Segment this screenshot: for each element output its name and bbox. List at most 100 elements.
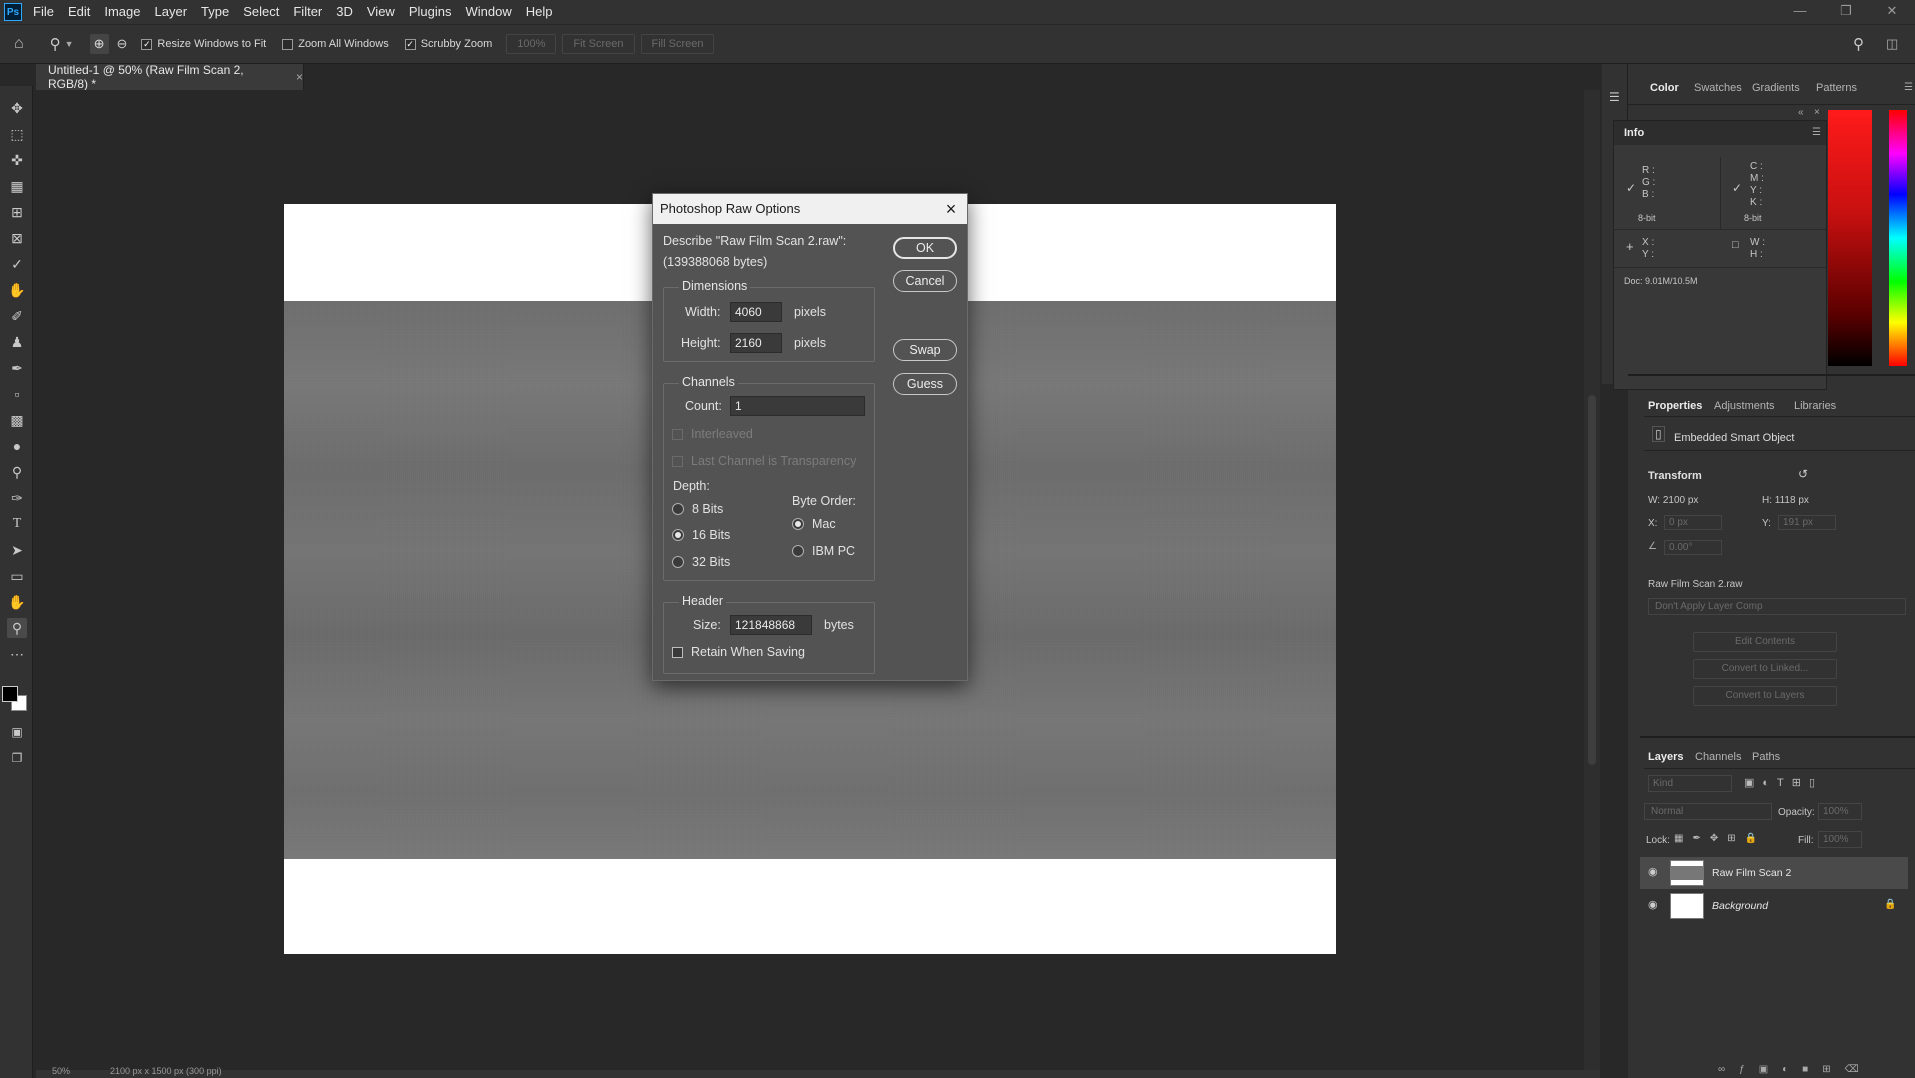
layer-filter-kind[interactable]: Kind <box>1648 775 1732 792</box>
depth-32-radio[interactable] <box>672 556 684 568</box>
tab-color[interactable]: Color <box>1650 82 1679 94</box>
layer-row-raw-film-scan[interactable]: ◉ Raw Film Scan 2 <box>1640 857 1908 889</box>
header-size-input[interactable]: 121848868 <box>730 615 812 635</box>
eraser-tool-icon[interactable]: ▫ <box>7 384 27 404</box>
ok-button[interactable]: OK <box>893 237 957 259</box>
info-collapse-icon[interactable]: « <box>1798 107 1804 118</box>
lasso-tool-icon[interactable]: ✜ <box>7 150 27 170</box>
menu-view[interactable]: View <box>360 0 402 24</box>
home-icon[interactable]: ⌂ <box>14 35 24 53</box>
tab-properties[interactable]: Properties <box>1648 400 1702 412</box>
crop-tool-icon[interactable]: ⊞ <box>7 202 27 222</box>
blur-tool-icon[interactable]: ● <box>7 436 27 456</box>
rectangle-tool-icon[interactable]: ▭ <box>7 566 27 586</box>
hand-tool-icon[interactable]: ✋ <box>7 592 27 612</box>
info-menu-icon[interactable]: ☰ <box>1812 127 1821 138</box>
frame-tool-icon[interactable]: ⊠ <box>7 228 27 248</box>
layer-row-background[interactable]: ◉ Background 🔒 <box>1640 890 1908 922</box>
convert-linked-button[interactable]: Convert to Linked... <box>1693 659 1837 679</box>
checkbox-checked-icon[interactable]: ✓ <box>141 38 153 50</box>
status-zoom[interactable]: 50% <box>52 1066 70 1076</box>
cancel-button[interactable]: Cancel <box>893 270 957 292</box>
count-input[interactable]: 1 <box>730 396 865 416</box>
opacity-field[interactable]: 100% <box>1818 803 1862 820</box>
info-close-icon[interactable]: × <box>1814 107 1820 118</box>
transparency-checkbox[interactable] <box>672 456 683 467</box>
transform-angle-field[interactable]: 0.00° <box>1664 540 1722 555</box>
convert-layers-button[interactable]: Convert to Layers <box>1693 686 1837 706</box>
menu-layer[interactable]: Layer <box>148 0 195 24</box>
filter-icons[interactable]: ▣◐T⊞▯ <box>1744 776 1823 789</box>
transform-height[interactable]: H: 1118 px <box>1762 495 1809 506</box>
checkbox-checked-icon[interactable]: ✓ <box>404 38 416 50</box>
reset-transform-icon[interactable]: ↺ <box>1798 467 1808 481</box>
panel-menu-icon[interactable]: ☰ <box>1904 82 1913 93</box>
resize-windows-option[interactable]: ✓ Resize Windows to Fit <box>141 38 266 50</box>
menu-type[interactable]: Type <box>194 0 236 24</box>
screen-mode-icon[interactable]: ❐ <box>7 748 27 768</box>
restore-icon[interactable]: ❐ <box>1823 0 1869 24</box>
chevron-down-icon[interactable]: ▼ <box>65 39 74 49</box>
workspace-icon[interactable]: ◫ <box>1886 36 1898 52</box>
menu-window[interactable]: Window <box>458 0 518 24</box>
close-tab-icon[interactable]: × <box>296 70 303 84</box>
fill-field[interactable]: 100% <box>1818 831 1862 848</box>
tab-adjustments[interactable]: Adjustments <box>1714 400 1775 412</box>
menu-help[interactable]: Help <box>519 0 560 24</box>
history-brush-icon[interactable]: ✒ <box>7 358 27 378</box>
menu-plugins[interactable]: Plugins <box>402 0 459 24</box>
menu-edit[interactable]: Edit <box>61 0 97 24</box>
blend-mode-select[interactable]: Normal <box>1644 803 1772 820</box>
eye-icon[interactable]: ◉ <box>1648 865 1658 878</box>
tab-gradients[interactable]: Gradients <box>1752 82 1800 94</box>
eye-icon[interactable]: ◉ <box>1648 898 1658 911</box>
pen-tool-icon[interactable]: ✑ <box>7 488 27 508</box>
guess-button[interactable]: Guess <box>893 373 957 395</box>
dialog-close-icon[interactable]: × <box>941 194 961 224</box>
more-tools-icon[interactable]: ⋯ <box>7 644 27 664</box>
search-icon[interactable]: ⚲ <box>1853 35 1864 53</box>
scrollbar-thumb[interactable] <box>1588 395 1596 765</box>
zoom-in-icon[interactable]: ⊕ <box>89 34 109 54</box>
foreground-color-swatch[interactable] <box>2 686 18 702</box>
gradient-tool-icon[interactable]: ▩ <box>7 410 27 430</box>
minimize-icon[interactable]: — <box>1777 0 1823 24</box>
depth-8-radio[interactable] <box>672 503 684 515</box>
width-input[interactable]: 4060 <box>730 302 782 322</box>
depth-16-radio[interactable] <box>672 529 684 541</box>
hue-slider[interactable] <box>1889 110 1907 366</box>
quick-mask-icon[interactable]: ▣ <box>7 722 27 742</box>
fill-screen-button[interactable]: Fill Screen <box>640 34 715 54</box>
path-selection-icon[interactable]: ➤ <box>7 540 27 560</box>
history-panel-icon[interactable]: ☰ <box>1609 90 1620 104</box>
menu-3d[interactable]: 3D <box>329 0 360 24</box>
zoom-tool-active-icon[interactable]: ⚲ <box>7 618 27 638</box>
tab-info[interactable]: Info <box>1624 127 1644 139</box>
zoom-percent-field[interactable]: 100% <box>506 34 557 54</box>
document-tab[interactable]: Untitled-1 @ 50% (Raw Film Scan 2, RGB/8… <box>36 63 304 91</box>
interleaved-checkbox[interactable] <box>672 429 683 440</box>
transform-x-field[interactable]: 0 px <box>1664 515 1722 530</box>
lock-icons[interactable]: ▦✒✥⊞🔒 <box>1674 833 1766 844</box>
menu-file[interactable]: File <box>26 0 61 24</box>
healing-brush-icon[interactable]: ✋ <box>7 280 27 300</box>
menu-select[interactable]: Select <box>236 0 286 24</box>
byte-order-mac-radio[interactable] <box>792 518 804 530</box>
scrubby-zoom-option[interactable]: ✓ Scrubby Zoom <box>404 38 492 50</box>
tab-channels[interactable]: Channels <box>1695 751 1741 763</box>
fit-screen-button[interactable]: Fit Screen <box>562 34 635 54</box>
menu-filter[interactable]: Filter <box>286 0 329 24</box>
retain-checkbox[interactable] <box>672 647 683 658</box>
edit-contents-button[interactable]: Edit Contents <box>1693 632 1837 652</box>
move-tool-icon[interactable]: ✥ <box>7 98 27 118</box>
color-field[interactable] <box>1828 110 1872 366</box>
lock-icon[interactable]: 🔒 <box>1884 899 1896 910</box>
swap-button[interactable]: Swap <box>893 339 957 361</box>
brush-tool-icon[interactable]: ✐ <box>7 306 27 326</box>
close-window-icon[interactable]: ✕ <box>1869 0 1915 24</box>
layer-comp-select[interactable]: Don't Apply Layer Comp <box>1648 598 1906 615</box>
checkbox-icon[interactable] <box>282 38 294 50</box>
eyedropper-tool-icon[interactable]: ✓ <box>7 254 27 274</box>
transform-y-field[interactable]: 191 px <box>1778 515 1836 530</box>
tab-paths[interactable]: Paths <box>1752 751 1780 763</box>
